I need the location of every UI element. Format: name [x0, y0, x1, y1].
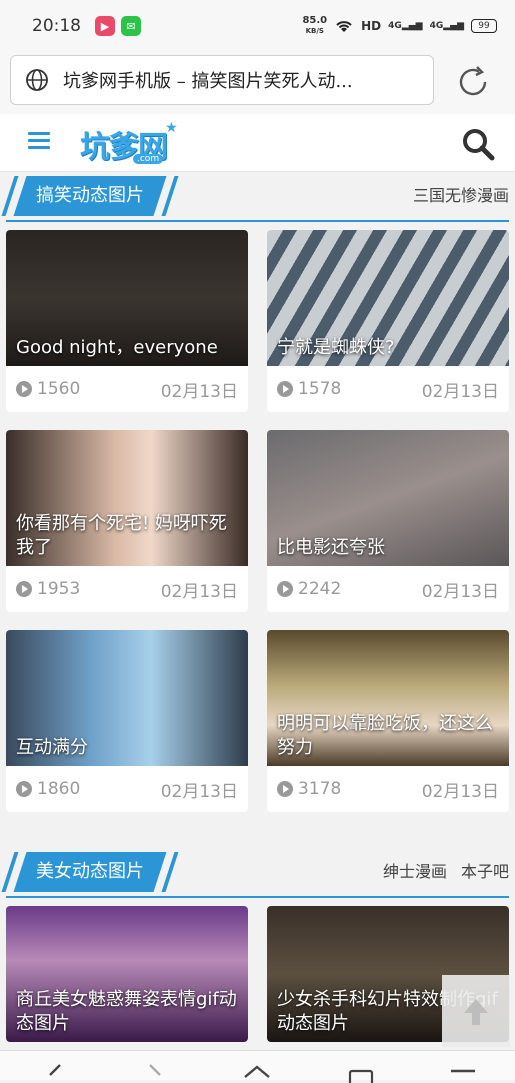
address-bar[interactable]: 坑爹网手机版 – 搞笑图片笑死人动...: [10, 55, 434, 105]
view-count: 1578: [298, 379, 342, 399]
card-date: 02月13日: [421, 581, 499, 602]
scroll-to-top-button[interactable]: [442, 975, 510, 1047]
view-count: 1953: [37, 579, 81, 599]
gif-card[interactable]: Good night，everyone 1560 02月13日: [6, 230, 248, 412]
play-icon: [277, 781, 293, 797]
globe-icon: [26, 69, 48, 91]
search-icon[interactable]: [460, 126, 496, 162]
status-time: 20:18: [32, 16, 81, 36]
gif-thumbnail[interactable]: 明明可以靠脸吃饭，还这么努力: [267, 630, 509, 766]
view-count: 2242: [298, 579, 342, 599]
home-icon[interactable]: [242, 1063, 272, 1083]
status-bar: 20:18 ▶ ✉ 85.0 KB/S HD 4G▂▄▆ 4G▂▄▆ 99: [0, 0, 515, 52]
card-caption: 宁就是蜘蛛侠?: [277, 337, 395, 358]
play-icon: [16, 581, 32, 597]
site-logo[interactable]: 坑爹网 .com ★: [80, 120, 178, 166]
menu-icon[interactable]: [28, 132, 50, 150]
view-count: 1860: [37, 779, 81, 799]
view-count: 3178: [298, 779, 342, 799]
status-indicators: 85.0 KB/S HD 4G▂▄▆ 4G▂▄▆ 99: [302, 16, 497, 36]
gif-card[interactable]: 互动满分 1860 02月13日: [6, 630, 248, 812]
view-count: 1560: [37, 379, 81, 399]
page-title: 坑爹网手机版 – 搞笑图片笑死人动...: [63, 71, 353, 92]
card-date: 02月13日: [160, 581, 238, 602]
gif-card[interactable]: 比电影还夸张 2242 02月13日: [267, 430, 509, 612]
section-title[interactable]: 美女动态图片: [13, 852, 167, 892]
card-date: 02月13日: [421, 781, 499, 802]
arrow-up-icon: [464, 999, 488, 1025]
gif-card[interactable]: 商丘美女魅惑舞姿表情gif动态图片: [6, 906, 248, 1042]
gif-thumbnail[interactable]: Good night，everyone: [6, 230, 248, 366]
forward-icon[interactable]: [142, 1063, 172, 1083]
card-date: 02月13日: [160, 781, 238, 802]
gif-thumbnail[interactable]: 你看那有个死宅! 妈呀吓死我了: [6, 430, 248, 566]
section-title[interactable]: 搞笑动态图片: [13, 176, 167, 216]
card-date: 02月13日: [160, 381, 238, 402]
card-caption: 明明可以靠脸吃饭，还这么努力: [277, 713, 493, 758]
gif-thumbnail[interactable]: 互动满分: [6, 630, 248, 766]
section-header: 搞笑动态图片 三国无惨漫画: [6, 172, 509, 222]
card-date: 02月13日: [421, 381, 499, 402]
refresh-icon[interactable]: [455, 64, 491, 100]
site-header: 坑爹网 .com ★: [0, 114, 515, 172]
browser-menu-icon[interactable]: [448, 1063, 478, 1083]
section-link[interactable]: 绅士漫画: [383, 858, 447, 882]
signal-icon-1: 4G▂▄▆: [388, 21, 423, 31]
hd-badge: HD: [361, 19, 382, 33]
gif-thumbnail[interactable]: 商丘美女魅惑舞姿表情gif动态图片: [6, 906, 248, 1042]
message-app-icon: ✉: [121, 16, 141, 36]
back-icon[interactable]: [42, 1063, 72, 1083]
gif-thumbnail[interactable]: 比电影还夸张: [267, 430, 509, 566]
card-caption: 比电影还夸张: [277, 537, 385, 558]
section-header: 美女动态图片 绅士漫画 本子吧: [6, 848, 509, 898]
card-grid: 商丘美女魅惑舞姿表情gif动态图片 少女杀手科幻片特效制作gif动态图片: [0, 898, 515, 1052]
browser-nav-bar: [0, 1050, 515, 1083]
section-link[interactable]: 本子吧: [461, 858, 509, 882]
tabs-icon[interactable]: [346, 1063, 376, 1083]
video-app-icon: ▶: [95, 16, 115, 36]
card-caption: Good night，everyone: [16, 337, 218, 358]
play-icon: [277, 381, 293, 397]
play-icon: [16, 381, 32, 397]
gif-card[interactable]: 你看那有个死宅! 妈呀吓死我了 1953 02月13日: [6, 430, 248, 612]
main-content: 搞笑动态图片 三国无惨漫画 Good night，everyone 1560 02…: [0, 172, 515, 1052]
network-speed: 85.0 KB/S: [302, 15, 328, 36]
battery-icon: 99: [471, 19, 497, 33]
gif-thumbnail[interactable]: 宁就是蜘蛛侠?: [267, 230, 509, 366]
gif-card[interactable]: 明明可以靠脸吃饭，还这么努力 3178 02月13日: [267, 630, 509, 812]
section-link[interactable]: 三国无惨漫画: [413, 182, 509, 206]
browser-toolbar: 坑爹网手机版 – 搞笑图片笑死人动...: [0, 52, 515, 114]
signal-icon-2: 4G▂▄▆: [429, 21, 464, 31]
card-caption: 你看那有个死宅! 妈呀吓死我了: [16, 513, 227, 558]
card-caption: 商丘美女魅惑舞姿表情gif动态图片: [16, 989, 237, 1034]
play-icon: [16, 781, 32, 797]
play-icon: [277, 581, 293, 597]
card-caption: 互动满分: [16, 737, 88, 758]
gif-card[interactable]: 宁就是蜘蛛侠? 1578 02月13日: [267, 230, 509, 412]
wifi-icon: [336, 21, 352, 32]
card-grid: Good night，everyone 1560 02月13日 宁就是蜘蛛侠? 1…: [0, 222, 515, 822]
